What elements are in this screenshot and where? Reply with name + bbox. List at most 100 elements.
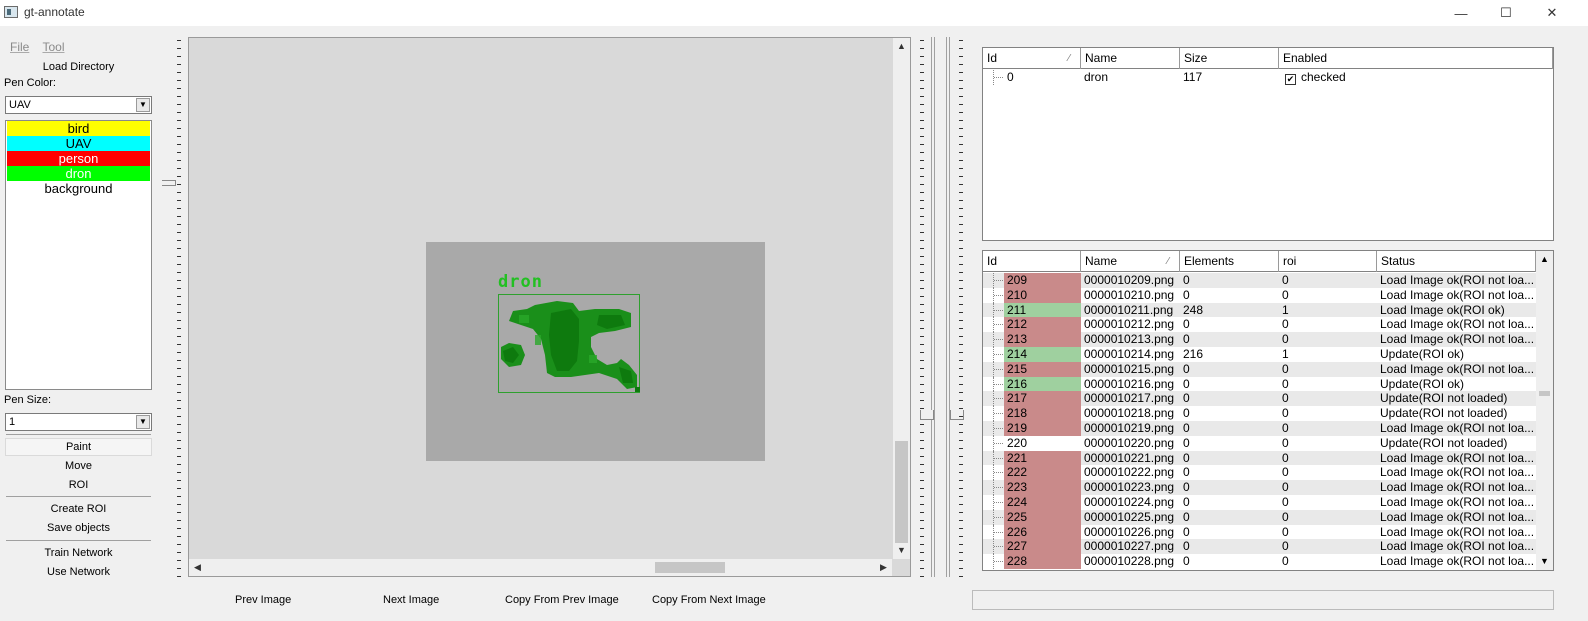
roi-box[interactable] (498, 294, 640, 393)
canvas-vertical-scrollbar[interactable]: ▲ ▼ (893, 38, 910, 559)
menu-file[interactable]: File (10, 40, 29, 54)
table-row[interactable]: 226 0000010226.png 0 0 Load Image ok(ROI not… (983, 524, 1536, 540)
id-cell: 211 (983, 302, 1081, 318)
objects-table[interactable]: Id ⁄ Name Size Enabled 0 dron 117 ✔ checke… (982, 47, 1554, 241)
table-row[interactable]: 225 0000010225.png 0 0 Load Image ok(ROI not… (983, 509, 1536, 525)
save-objects-button[interactable]: Save objects (4, 519, 153, 537)
id-cell: 227 (983, 539, 1081, 555)
class-color-list[interactable]: bird UAV person dron background (5, 120, 152, 390)
table-row[interactable]: 223 0000010223.png 0 0 Load Image ok(ROI not… (983, 480, 1536, 495)
files-table-scrollbar[interactable]: ▲ ▼ (1536, 251, 1553, 570)
scroll-up-icon[interactable]: ▲ (893, 38, 910, 55)
tree-connector (993, 406, 1003, 421)
table-row[interactable]: 218 0000010218.png 0 0 Update(ROI not loaded… (983, 406, 1536, 421)
splitter[interactable] (931, 37, 935, 577)
column-header-name[interactable]: Name ⁄ (1081, 251, 1180, 272)
table-row[interactable]: 213 0000010213.png 0 0 Load Image ok(ROI not… (983, 332, 1536, 347)
elements-cell: 0 (1183, 273, 1190, 287)
elements-cell: 0 (1183, 509, 1190, 524)
menu-tool[interactable]: Tool (42, 40, 64, 54)
chevron-down-icon[interactable]: ▼ (136, 98, 150, 112)
id-cell: 226 (983, 524, 1081, 540)
column-header-enabled[interactable]: Enabled (1279, 48, 1553, 69)
table-row[interactable]: 210 0000010210.png 0 0 Load Image ok(ROI not… (983, 287, 1536, 303)
table-row[interactable]: 215 0000010215.png 0 0 Load Image ok(ROI not… (983, 361, 1536, 377)
zoom-slider[interactable] (175, 40, 183, 578)
enabled-checkbox[interactable]: ✔ (1285, 74, 1296, 85)
column-header-name[interactable]: Name (1081, 48, 1180, 69)
scroll-right-icon[interactable]: ▶ (875, 559, 892, 576)
paint-button[interactable]: Paint (5, 438, 152, 456)
scroll-left-icon[interactable]: ◀ (189, 559, 206, 576)
table-row[interactable]: 220 0000010220.png 0 0 Update(ROI not loaded… (983, 435, 1536, 451)
elements-cell: 0 (1183, 554, 1190, 569)
table-row[interactable]: 222 0000010222.png 0 0 Load Image ok(ROI not… (983, 465, 1536, 481)
maximize-button[interactable]: ☐ (1483, 0, 1529, 26)
minimize-button[interactable]: — (1438, 0, 1484, 26)
class-item-background[interactable]: background (7, 181, 150, 196)
column-header-roi[interactable]: roi (1279, 251, 1377, 272)
row-id: 210 (1007, 287, 1028, 302)
move-button[interactable]: Move (4, 457, 153, 475)
pen-size-select[interactable]: 1 ▼ (5, 413, 152, 431)
table-row[interactable]: 217 0000010217.png 0 0 Update(ROI not loaded… (983, 391, 1536, 407)
contrast-slider[interactable] (957, 40, 965, 578)
class-item-dron[interactable]: dron (7, 166, 150, 181)
annotated-image[interactable]: dron (426, 242, 765, 461)
pen-color-select[interactable]: UAV ▼ (5, 96, 152, 114)
roi-button[interactable]: ROI (4, 476, 153, 494)
chevron-down-icon[interactable]: ▼ (136, 415, 150, 429)
table-row[interactable]: 227 0000010227.png 0 0 Load Image ok(ROI not… (983, 539, 1536, 555)
scroll-thumb[interactable] (655, 562, 725, 573)
table-row[interactable]: 0 dron 117 ✔ checked (983, 70, 1553, 85)
scroll-thumb[interactable] (895, 441, 908, 543)
column-header-id[interactable]: Id (983, 251, 1081, 272)
table-row[interactable]: 212 0000010212.png 0 0 Load Image ok(ROI not… (983, 317, 1536, 333)
splitter[interactable] (946, 37, 950, 577)
table-row[interactable]: 214 0000010214.png 216 1 Update(ROI ok) (983, 347, 1536, 362)
class-item-person[interactable]: person (7, 151, 150, 166)
status-cell: Load Image ok(ROI not loa... (1380, 554, 1535, 569)
column-header-id[interactable]: Id ⁄ (983, 48, 1081, 69)
roi-cell: 0 (1282, 391, 1289, 406)
size-cell: 117 (1183, 70, 1203, 84)
slider-handle[interactable] (920, 410, 934, 420)
copy-from-next-button[interactable]: Copy From Next Image (652, 594, 766, 606)
roi-cell: 0 (1282, 376, 1289, 391)
status-cell: Load Image ok(ROI not loa... (1380, 317, 1535, 332)
next-image-button[interactable]: Next Image (383, 594, 439, 606)
column-header-status[interactable]: Status (1377, 251, 1536, 272)
files-table[interactable]: Id Name ⁄ Elements roi Status 209 00000102… (982, 250, 1554, 571)
table-row[interactable]: 216 0000010216.png 0 0 Update(ROI ok) (983, 376, 1536, 392)
column-header-elements[interactable]: Elements (1180, 251, 1279, 272)
copy-from-prev-button[interactable]: Copy From Prev Image (505, 594, 619, 606)
class-item-uav[interactable]: UAV (7, 136, 150, 151)
table-row[interactable]: 209 0000010209.png 0 0 Load Image ok(ROI not… (983, 273, 1536, 288)
table-row[interactable]: 228 0000010228.png 0 0 Load Image ok(ROI not… (983, 554, 1536, 569)
create-roi-button[interactable]: Create ROI (4, 500, 153, 518)
objects-table-header: Id ⁄ Name Size Enabled (983, 48, 1553, 69)
use-network-button[interactable]: Use Network (4, 563, 153, 581)
table-row[interactable]: 224 0000010224.png 0 0 Load Image ok(ROI not… (983, 495, 1536, 510)
tree-connector (993, 70, 1003, 85)
row-id: 212 (1007, 317, 1028, 332)
zoom-slider-handle[interactable] (162, 180, 176, 186)
table-row[interactable]: 219 0000010219.png 0 0 Load Image ok(ROI not… (983, 421, 1536, 436)
table-row[interactable]: 221 0000010221.png 0 0 Load Image ok(ROI not… (983, 450, 1536, 466)
train-network-button[interactable]: Train Network (4, 544, 153, 562)
scroll-thumb[interactable] (1539, 391, 1550, 396)
table-row[interactable]: 211 0000010211.png 248 1 Load Image ok(ROI o… (983, 302, 1536, 318)
prev-image-button[interactable]: Prev Image (235, 594, 291, 606)
close-button[interactable]: ✕ (1529, 0, 1575, 26)
elements-cell: 0 (1183, 376, 1190, 391)
status-cell: Update(ROI not loaded) (1380, 391, 1508, 406)
scroll-up-icon[interactable]: ▲ (1536, 251, 1553, 268)
load-directory-button[interactable]: Load Directory (4, 58, 153, 76)
scroll-down-icon[interactable]: ▼ (1536, 553, 1553, 570)
image-canvas[interactable]: dron ▲ ▼ ◀ ▶ (188, 37, 911, 577)
canvas-horizontal-scrollbar[interactable]: ◀ ▶ (189, 559, 892, 576)
brightness-slider[interactable] (918, 40, 926, 578)
scroll-down-icon[interactable]: ▼ (893, 542, 910, 559)
class-item-bird[interactable]: bird (7, 121, 150, 136)
column-header-size[interactable]: Size (1180, 48, 1279, 69)
